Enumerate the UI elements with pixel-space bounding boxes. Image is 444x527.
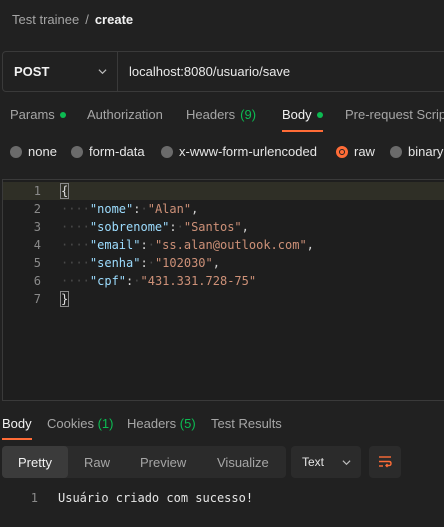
view-pretty-button[interactable]: Pretty [2,446,68,478]
json-value: "431.331.728-75" [140,274,257,288]
body-indicator-dot [316,111,323,118]
code-line: 4 ····"email":·"ss.alan@outlook.com", [3,236,444,254]
method-select[interactable]: POST [3,52,118,91]
line-number: 1 [33,184,41,198]
tab-body[interactable]: Body [282,107,323,132]
request-body-editor[interactable]: 1 { 2 ····"nome":·"Alan", 3 ····"sobreno… [2,179,444,401]
radio-label: none [28,144,57,159]
response-view-toggle: Pretty Raw Preview Visualize [2,446,286,478]
code-line: 2 ····"nome":·"Alan", [3,200,444,218]
tab-label: Test Results [211,416,282,431]
method-label: POST [14,64,50,79]
json-value: "Alan" [147,202,192,216]
json-value: "ss.alan@outlook.com" [154,238,307,252]
radio-none[interactable]: none [10,144,57,159]
json-key: "sobrenome" [89,220,170,234]
radio-circle [390,145,402,158]
tab-label: Body [2,416,32,431]
tab-pre-request-script[interactable]: Pre-request Script [345,107,444,122]
breadcrumb-collection[interactable]: Test trainee [12,12,79,27]
response-body-line: 1 Usuário criado com sucesso! [0,489,444,507]
format-label: Text [302,455,325,469]
code-line: 3 ····"sobrenome":·"Santos", [3,218,444,236]
tab-params[interactable]: Params [10,107,66,122]
line-number: 4 [33,238,41,252]
request-name[interactable]: create [95,12,133,27]
json-key: "cpf" [89,274,127,288]
response-headers-count: (5) [179,416,196,431]
code-line: 7 } [3,290,444,308]
code-line: 1 { [3,182,444,200]
close-brace: } [59,291,70,307]
line-number: 6 [33,274,41,288]
radio-raw[interactable]: raw [336,144,375,159]
tab-label: Pre-request Script [345,107,444,122]
radio-circle [71,145,83,158]
tab-label: Authorization [87,107,163,122]
response-format-select[interactable]: Text [291,446,361,478]
request-bar: POST localhost:8080/usuario/save [2,51,444,92]
line-number: 5 [33,256,41,270]
json-key: "nome" [89,202,134,216]
code-line: 5 ····"senha":·"102030", [3,254,444,272]
response-text: Usuário criado com sucesso! [58,491,254,505]
open-brace: { [59,183,70,199]
radio-label: binary [408,144,444,159]
tab-label: Body [282,107,312,122]
radio-form-data[interactable]: form-data [71,144,145,159]
request-tabs: Params Authorization Headers (9) Body Pr… [0,100,444,132]
response-tab-test-results[interactable]: Test Results [211,416,282,431]
radio-label: form-data [89,144,145,159]
wrap-lines-button[interactable] [369,446,401,478]
json-value: "Santos" [183,220,242,234]
params-indicator-dot [59,111,66,118]
cookies-count: (1) [97,416,114,431]
view-visualize-button[interactable]: Visualize [217,446,269,478]
radio-circle-selected [336,145,348,158]
breadcrumb-separator: / [85,11,89,27]
tab-label: Params [10,107,55,122]
response-tab-cookies[interactable]: Cookies (1) [47,416,113,431]
chevron-down-icon [98,69,107,75]
wrap-lines-icon [379,456,392,468]
view-raw-button[interactable]: Raw [84,446,110,478]
tab-label: Headers [186,107,236,122]
line-number: 2 [33,202,41,216]
response-tab-headers[interactable]: Headers (5) [127,416,196,431]
tab-label: Cookies [47,416,94,431]
radio-circle [10,145,22,158]
radio-binary[interactable]: binary [390,144,443,159]
chevron-down-icon [342,459,351,465]
tab-authorization[interactable]: Authorization [87,107,163,122]
json-value: "102030" [154,256,213,270]
tab-label: Headers [127,416,177,431]
url-input[interactable]: localhost:8080/usuario/save [118,52,290,91]
line-number: 1 [30,491,38,505]
radio-circle [161,145,173,158]
breadcrumb: Test trainee / create [12,10,133,28]
headers-count: (9) [240,107,257,122]
response-tab-body[interactable]: Body [2,416,32,440]
json-key: "senha" [89,256,141,270]
radio-label: raw [354,144,375,159]
body-mode-radios: none form-data x-www-form-urlencoded raw… [0,142,444,162]
json-key: "email" [89,238,141,252]
tab-headers[interactable]: Headers (9) [186,107,256,122]
line-number: 7 [33,292,41,306]
line-number: 3 [33,220,41,234]
view-preview-button[interactable]: Preview [140,446,186,478]
radio-label: x-www-form-urlencoded [179,144,317,159]
code-line: 6 ····"cpf":·"431.331.728-75" [3,272,444,290]
radio-x-www-form-urlencoded[interactable]: x-www-form-urlencoded [161,144,317,159]
response-tabs: Body Cookies (1) Headers (5) Test Result… [0,410,444,440]
